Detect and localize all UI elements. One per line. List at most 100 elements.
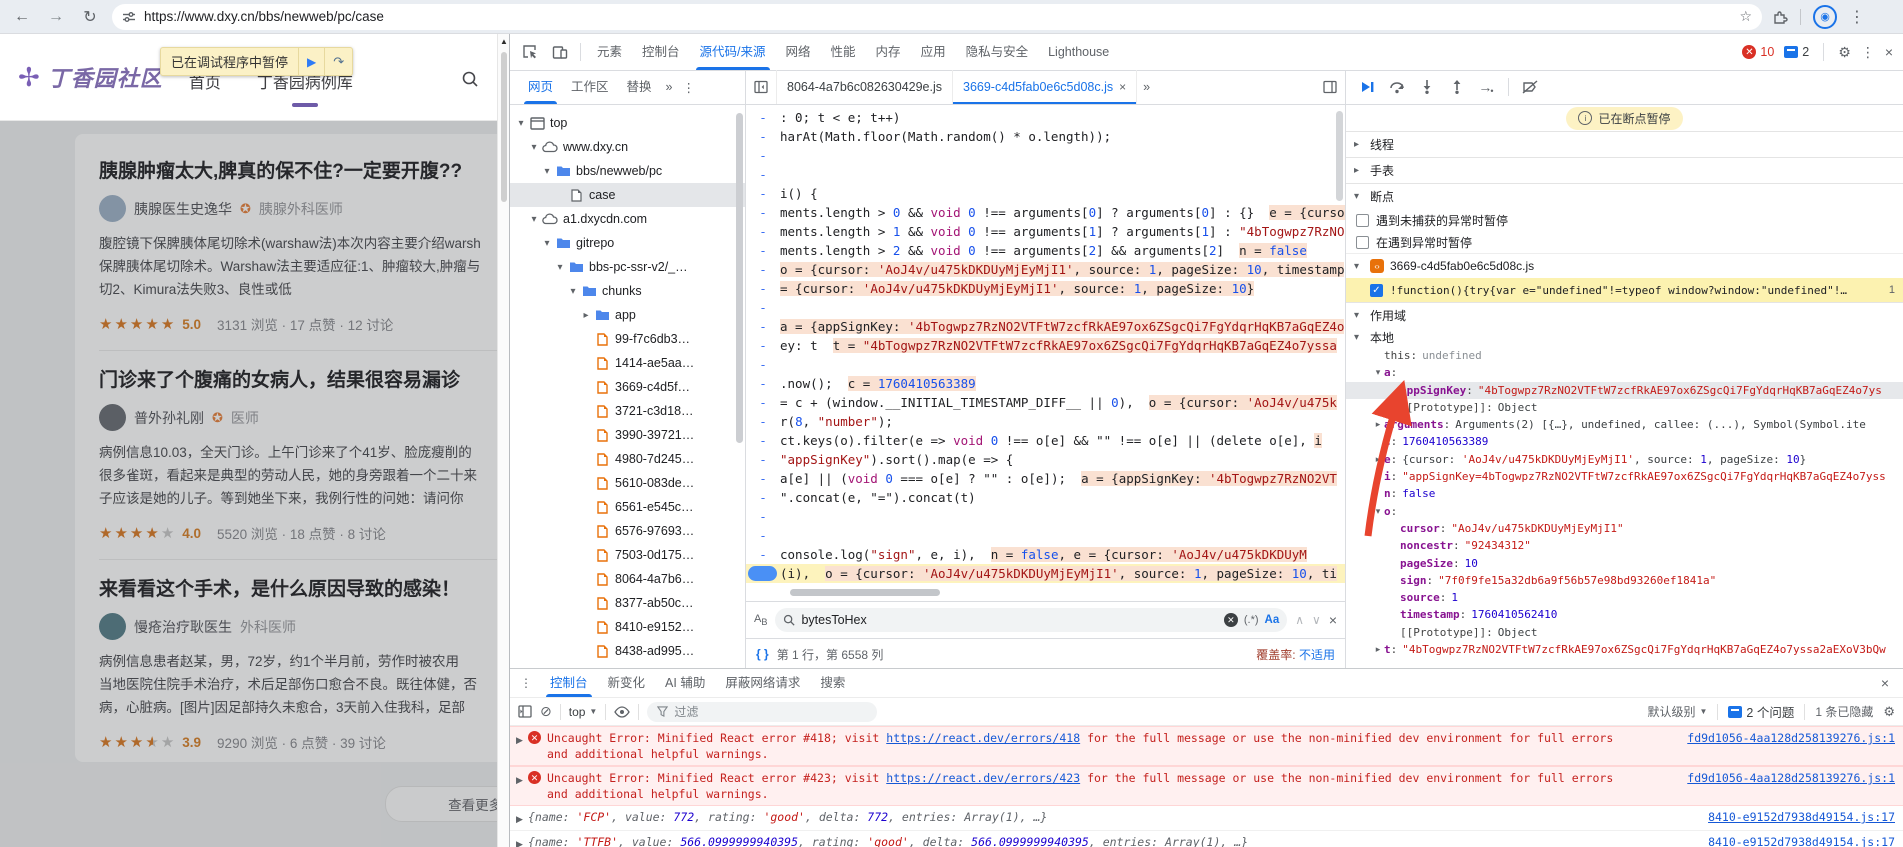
context-selector[interactable]: top▼ bbox=[569, 705, 598, 719]
code-line[interactable]: -".concat(e, "=").concat(t) bbox=[746, 488, 1345, 507]
code-line[interactable]: -: 0; t < e; t++) bbox=[746, 108, 1345, 127]
code-line[interactable]: -= c + (window.__INITIAL_TIMESTAMP_DIFF_… bbox=[746, 393, 1345, 412]
hide-navigator-icon[interactable] bbox=[746, 70, 777, 104]
pause-option[interactable]: 遇到未捕获的异常时暂停 bbox=[1346, 209, 1903, 231]
site-logo[interactable]: ✢ 丁香园社区 bbox=[18, 61, 163, 93]
code-line[interactable]: -a = {appSignKey: '4bTogwpz7RzNO2VTFtW7z… bbox=[746, 317, 1345, 336]
search-clear-icon[interactable]: ✕ bbox=[1224, 613, 1238, 627]
address-bar[interactable]: https://www.dxy.cn/bbs/newweb/pc/case ☆ bbox=[112, 4, 1762, 30]
scope-prop-o[interactable]: ▾o: bbox=[1346, 503, 1903, 520]
breakpoint-entry[interactable]: ✓ !function(){try{var e="undefined"!=typ… bbox=[1346, 278, 1903, 302]
console-tab[interactable]: 新变化 bbox=[598, 669, 656, 697]
code-line[interactable]: -harAt(Math.floor(Math.random() * o.leng… bbox=[746, 127, 1345, 146]
console-settings-icon[interactable]: ⚙ bbox=[1883, 704, 1895, 720]
scope-prop-i[interactable]: i: "appSignKey=4bTogwpz7RzNO2VTFtW7zcfRk… bbox=[1346, 468, 1903, 485]
code-line[interactable]: -ct.keys(o).filter(e => void 0 !== o[e] … bbox=[746, 431, 1345, 450]
code-line[interactable]: -.now(); c = 1760410563389 bbox=[746, 374, 1345, 393]
checkbox-unchecked[interactable] bbox=[1356, 236, 1369, 249]
tree-item-a1.dxycdn.com[interactable]: ▾a1.dxycdn.com bbox=[510, 207, 745, 231]
scope-prop-timestamp[interactable]: timestamp: 1760410562410 bbox=[1346, 606, 1903, 623]
scrollbar-thumb[interactable] bbox=[501, 52, 507, 202]
tree-item-app[interactable]: ▸app bbox=[510, 303, 745, 327]
tree-expander[interactable]: ▾ bbox=[540, 238, 554, 249]
scope-section[interactable]: ▾作用域 bbox=[1346, 302, 1903, 327]
console-tab[interactable]: 屏蔽网络请求 bbox=[715, 669, 810, 697]
scope-prop-a[interactable]: ▾a: bbox=[1346, 364, 1903, 381]
editor-hscrollbar-thumb[interactable] bbox=[790, 589, 940, 596]
console-tab[interactable]: 控制台 bbox=[540, 669, 598, 697]
scope-local-group[interactable]: ▾本地 bbox=[1346, 327, 1903, 347]
coverage-link[interactable]: 不适用 bbox=[1299, 648, 1335, 662]
author-name[interactable]: 慢疮治疗耿医生 bbox=[134, 617, 232, 637]
code-line[interactable]: - bbox=[746, 298, 1345, 317]
code-line[interactable]: -ments.length > 1 && void 0 !== argument… bbox=[746, 222, 1345, 241]
devtools-tab[interactable]: Lighthouse bbox=[1038, 34, 1119, 70]
code-line[interactable]: - bbox=[746, 526, 1345, 545]
tree-expander[interactable]: ▾ bbox=[566, 286, 580, 297]
issues-count-badge[interactable]: 2 bbox=[1784, 45, 1809, 59]
scope-prop-arguments[interactable]: ▸arguments: Arguments(2) [{…}, undefined… bbox=[1346, 416, 1903, 433]
threads-section[interactable]: ▸线程 bbox=[1346, 131, 1903, 157]
console-message[interactable]: ▶✕Uncaught Error: Minified React error #… bbox=[510, 766, 1903, 806]
search-field[interactable]: bytesToHex ✕ (.*) Aa bbox=[775, 608, 1287, 632]
scope-prop-n[interactable]: n: false bbox=[1346, 485, 1903, 502]
clear-console-icon[interactable]: ⊘ bbox=[540, 703, 552, 720]
source-location-link[interactable]: 8410-e9152d7938d49154.js:17 bbox=[1708, 834, 1895, 847]
code-line[interactable]: -o = {cursor: 'AoJ4v/u475kDKDUyMjEyMjI1'… bbox=[746, 260, 1345, 279]
editor-vscrollbar-thumb[interactable] bbox=[1336, 111, 1343, 201]
devtools-tab[interactable]: 网络 bbox=[776, 34, 821, 70]
devtools-tab[interactable]: 元素 bbox=[587, 34, 632, 70]
error-count-badge[interactable]: ✕10 bbox=[1742, 45, 1774, 59]
code-line[interactable]: - bbox=[746, 146, 1345, 165]
site-search-icon[interactable] bbox=[461, 70, 479, 88]
console-tab[interactable]: AI 辅助 bbox=[655, 669, 715, 697]
tree-item-gitrepo[interactable]: ▾gitrepo bbox=[510, 231, 745, 255]
browser-menu-icon[interactable]: ⋮ bbox=[1849, 7, 1863, 27]
tree-item-99-f7c6db3[interactable]: 99-f7c6db3… bbox=[510, 327, 745, 351]
step-out-icon[interactable] bbox=[1444, 75, 1470, 99]
issues-link[interactable]: 2 个问题 bbox=[1728, 702, 1794, 721]
scope-prop-cursor[interactable]: cursor: "AoJ4v/u475kDKDUyMjEyMjI1" bbox=[1346, 520, 1903, 537]
navigator-menu-icon[interactable]: ⋮ bbox=[679, 80, 700, 95]
navigator-more-icon[interactable]: » bbox=[662, 80, 677, 94]
tree-expander[interactable]: ▾ bbox=[527, 214, 541, 225]
tree-item-5610-083de[interactable]: 5610-083de… bbox=[510, 471, 745, 495]
tree-item-6576-97693[interactable]: 6576-97693… bbox=[510, 519, 745, 543]
console-filter-input[interactable]: 过滤 bbox=[647, 702, 877, 722]
pause-option[interactable]: 在遇到异常时暂停 bbox=[1346, 231, 1903, 253]
scope-prop-Prototype[interactable]: [[Prototype]]: Object bbox=[1346, 399, 1903, 416]
code-line[interactable]: -a[e] || (void 0 === o[e] ? "" : o[e]); … bbox=[746, 469, 1345, 488]
console-message[interactable]: ▶✕Uncaught Error: Minified React error #… bbox=[510, 726, 1903, 766]
code-line[interactable]: -ments.length > 2 && void 0 !== argument… bbox=[746, 241, 1345, 260]
inspect-element-icon[interactable] bbox=[516, 39, 544, 65]
regex-toggle-icon[interactable]: (.*) bbox=[1244, 614, 1259, 626]
tree-item-8438-ad995[interactable]: 8438-ad995… bbox=[510, 639, 745, 663]
reload-icon[interactable]: ↻ bbox=[78, 7, 102, 27]
search-close-icon[interactable]: × bbox=[1329, 612, 1337, 628]
devtools-tab[interactable]: 性能 bbox=[821, 34, 866, 70]
log-level-selector[interactable]: 默认级别▼ bbox=[1647, 703, 1707, 720]
drawer-close-icon[interactable]: × bbox=[1881, 675, 1897, 691]
tree-item-3721-c3d18[interactable]: 3721-c3d18… bbox=[510, 399, 745, 423]
devtools-tab[interactable]: 隐私与安全 bbox=[956, 34, 1039, 70]
scope-prop-c[interactable]: c: 1760410563389 bbox=[1346, 433, 1903, 450]
code-editor[interactable]: -: 0; t < e; t++)-harAt(Math.floor(Math.… bbox=[746, 105, 1345, 601]
forward-icon[interactable]: → bbox=[44, 8, 68, 26]
step-into-icon[interactable] bbox=[1414, 75, 1440, 99]
tree-item-top[interactable]: ▾top bbox=[510, 111, 745, 135]
devtools-menu-icon[interactable]: ⋮ bbox=[1861, 44, 1875, 61]
tree-item-1414-ae5aa[interactable]: 1414-ae5aa… bbox=[510, 351, 745, 375]
navigator-tab[interactable]: 工作区 bbox=[563, 70, 617, 104]
code-line[interactable]: -r(8, "number"); bbox=[746, 412, 1345, 431]
code-line[interactable]: - bbox=[746, 507, 1345, 526]
devtools-tab[interactable]: 应用 bbox=[911, 34, 956, 70]
tree-item-8064-4a7b6[interactable]: 8064-4a7b6… bbox=[510, 567, 745, 591]
source-location-link[interactable]: 8410-e9152d7938d49154.js:17 bbox=[1708, 809, 1895, 825]
navigator-tab[interactable]: 网页 bbox=[520, 70, 561, 104]
tree-item-bbs-pc-ssr-v2_[interactable]: ▾bbs-pc-ssr-v2/_… bbox=[510, 255, 745, 279]
tree-item-3669-c4d5f[interactable]: 3669-c4d5f… bbox=[510, 375, 745, 399]
tree-item-chunks[interactable]: ▾chunks bbox=[510, 279, 745, 303]
scope-prop-source[interactable]: source: 1 bbox=[1346, 589, 1903, 606]
site-settings-icon[interactable] bbox=[122, 10, 136, 24]
code-line[interactable]: -ey: t t = "4bTogwpz7RzNO2VTFtW7zcfRkAE9… bbox=[746, 336, 1345, 355]
